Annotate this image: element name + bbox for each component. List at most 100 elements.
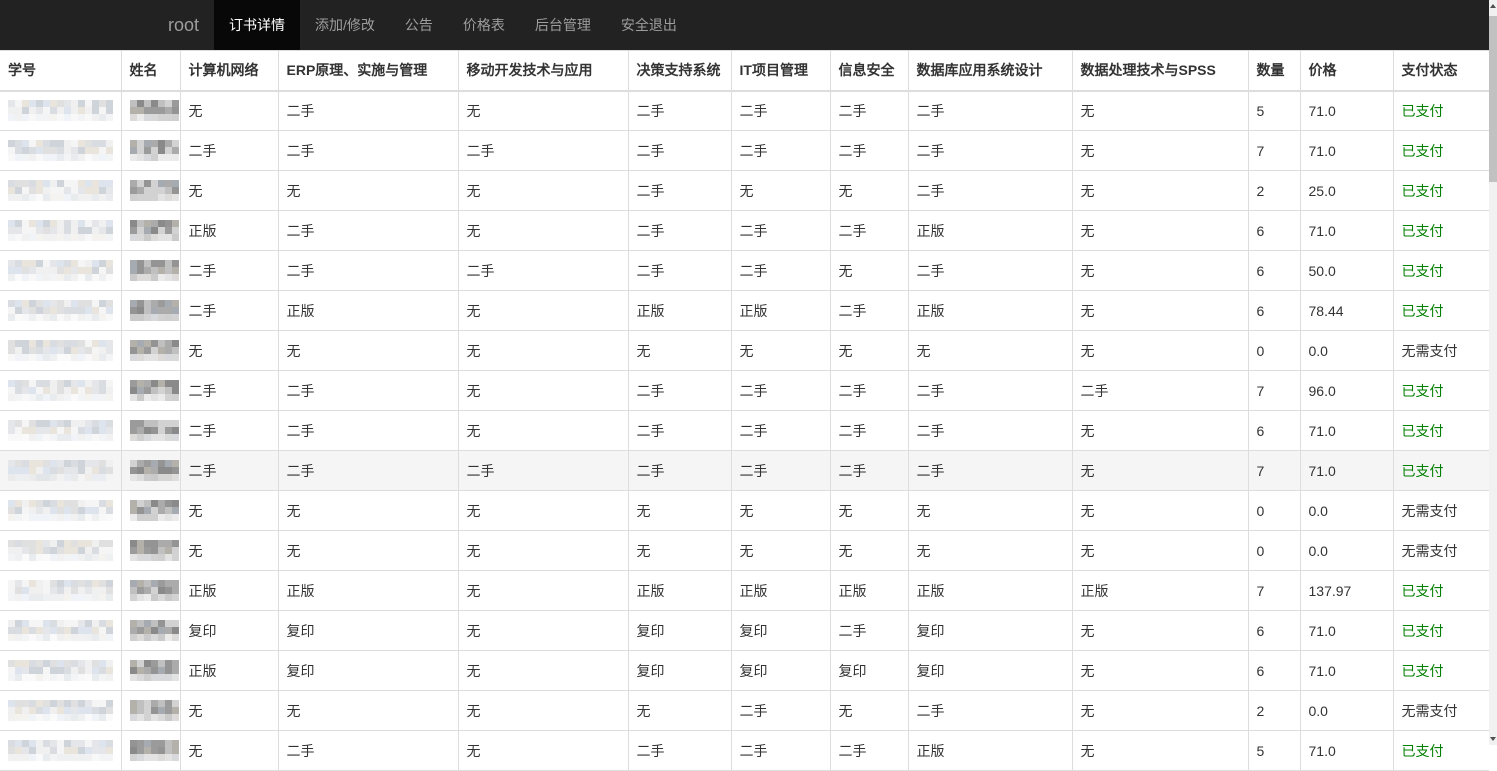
cell-name xyxy=(120,370,181,411)
cell-student-id xyxy=(0,210,122,251)
cell-quantity: 6 xyxy=(1247,610,1301,651)
cell-book-2: 无 xyxy=(457,90,629,131)
redacted-text xyxy=(8,580,113,601)
cell-quantity: 6 xyxy=(1247,410,1301,451)
navbar-brand[interactable]: root xyxy=(153,0,214,50)
redacted-text xyxy=(8,220,113,241)
cell-price: 71.0 xyxy=(1299,210,1394,251)
cell-payment-status: 已支付 xyxy=(1392,250,1489,291)
cell-student-id xyxy=(0,90,122,131)
cell-payment-status: 已支付 xyxy=(1392,410,1489,451)
cell-book-3: 正版 xyxy=(627,290,732,331)
cell-book-1: 二手 xyxy=(277,210,459,251)
cell-book-3: 复印 xyxy=(627,650,732,691)
cell-book-0: 无 xyxy=(179,530,279,571)
redacted-text xyxy=(129,500,179,521)
cell-book-4: 无 xyxy=(730,490,831,531)
cell-payment-status: 无需支付 xyxy=(1392,330,1489,371)
redacted-text xyxy=(129,140,179,161)
redacted-text xyxy=(129,300,179,321)
vertical-scrollbar[interactable] xyxy=(1489,0,1497,745)
cell-book-4: 复印 xyxy=(730,650,831,691)
cell-book-1: 二手 xyxy=(277,450,459,491)
cell-book-5: 二手 xyxy=(829,130,909,171)
cell-price: 78.44 xyxy=(1299,290,1394,331)
cell-book-4: 复印 xyxy=(730,610,831,651)
cell-book-2: 无 xyxy=(457,490,629,531)
cell-name xyxy=(120,730,181,771)
cell-student-id xyxy=(0,490,122,531)
scroll-up-button[interactable] xyxy=(1489,0,1497,12)
nav-item-4[interactable]: 后台管理 xyxy=(520,0,606,50)
cell-book-3: 复印 xyxy=(627,610,732,651)
cell-book-3: 无 xyxy=(627,330,732,371)
cell-book-2: 无 xyxy=(457,690,629,731)
cell-book-2: 二手 xyxy=(457,450,629,491)
cell-book-0: 正版 xyxy=(179,210,279,251)
cell-payment-status: 已支付 xyxy=(1392,210,1489,251)
cell-book-0: 无 xyxy=(179,490,279,531)
table-row: 复印 复印无复印 复印 二手 复印无 6 71.0 已支付 xyxy=(0,610,1489,651)
cell-book-2: 无 xyxy=(457,370,629,411)
cell-book-3: 二手 xyxy=(627,130,732,171)
cell-student-id xyxy=(0,730,122,771)
cell-payment-status: 已支付 xyxy=(1392,450,1489,491)
cell-book-6: 二手 xyxy=(907,370,1073,411)
cell-book-0: 无 xyxy=(179,90,279,131)
cell-book-1: 正版 xyxy=(277,290,459,331)
cell-book-3: 二手 xyxy=(627,370,732,411)
cell-book-1: 二手 xyxy=(277,730,459,771)
redacted-text xyxy=(8,140,113,161)
nav-item-1[interactable]: 添加/修改 xyxy=(300,0,390,50)
cell-book-5: 正版 xyxy=(829,570,909,611)
column-header-4: 移动开发技术与应用 xyxy=(457,50,629,92)
redacted-text xyxy=(8,340,113,361)
redacted-text xyxy=(129,700,179,721)
cell-book-6: 无 xyxy=(907,490,1073,531)
cell-book-1: 无 xyxy=(277,170,459,211)
cell-book-0: 复印 xyxy=(179,610,279,651)
table-row: 二手 二手 二手 二手 二手无二手无 6 50.0 已支付 xyxy=(0,250,1489,291)
redacted-text xyxy=(129,220,179,241)
cell-book-6: 正版 xyxy=(907,730,1073,771)
nav-item-3[interactable]: 价格表 xyxy=(448,0,520,50)
cell-payment-status: 已支付 xyxy=(1392,290,1489,331)
nav-item-5[interactable]: 安全退出 xyxy=(606,0,692,50)
cell-book-2: 无 xyxy=(457,530,629,571)
cell-book-2: 无 xyxy=(457,610,629,651)
cell-book-4: 二手 xyxy=(730,210,831,251)
cell-price: 96.0 xyxy=(1299,370,1394,411)
cell-quantity: 5 xyxy=(1247,90,1301,131)
cell-book-7: 无 xyxy=(1071,410,1249,451)
redacted-text xyxy=(129,340,179,361)
cell-book-2: 无 xyxy=(457,650,629,691)
cell-book-5: 二手 xyxy=(829,410,909,451)
cell-book-7: 无 xyxy=(1071,690,1249,731)
nav-item-2[interactable]: 公告 xyxy=(390,0,448,50)
nav-list: 订书详情 添加/修改 公告 价格表 后台管理 安全退出 xyxy=(214,0,692,50)
scrollbar-thumb[interactable] xyxy=(1489,16,1497,182)
table-row: 无无无无无无无无 0 0.0 无需支付 xyxy=(0,330,1489,371)
column-header-2: 计算机网络 xyxy=(179,50,279,92)
redacted-text xyxy=(8,700,113,721)
cell-book-5: 二手 xyxy=(829,210,909,251)
cell-payment-status: 已支付 xyxy=(1392,370,1489,411)
nav-item-0[interactable]: 订书详情 xyxy=(214,0,301,50)
cell-book-5: 无 xyxy=(829,250,909,291)
cell-quantity: 2 xyxy=(1247,170,1301,211)
cell-student-id xyxy=(0,690,122,731)
cell-payment-status: 已支付 xyxy=(1392,130,1489,171)
cell-book-2: 无 xyxy=(457,330,629,371)
cell-payment-status: 无需支付 xyxy=(1392,690,1489,731)
cell-quantity: 7 xyxy=(1247,570,1301,611)
table-row: 正版 二手无二手 二手 二手 正版无 6 71.0 已支付 xyxy=(0,210,1489,251)
cell-book-0: 无 xyxy=(179,690,279,731)
redacted-text xyxy=(8,300,113,321)
cell-book-6: 无 xyxy=(907,530,1073,571)
cell-payment-status: 已支付 xyxy=(1392,610,1489,651)
cell-book-4: 无 xyxy=(730,170,831,211)
cell-book-4: 无 xyxy=(730,330,831,371)
table-row: 二手 二手无二手 二手 二手 二手无 6 71.0 已支付 xyxy=(0,410,1489,451)
cell-book-5: 二手 xyxy=(829,90,909,131)
scroll-down-button[interactable] xyxy=(1489,733,1497,745)
